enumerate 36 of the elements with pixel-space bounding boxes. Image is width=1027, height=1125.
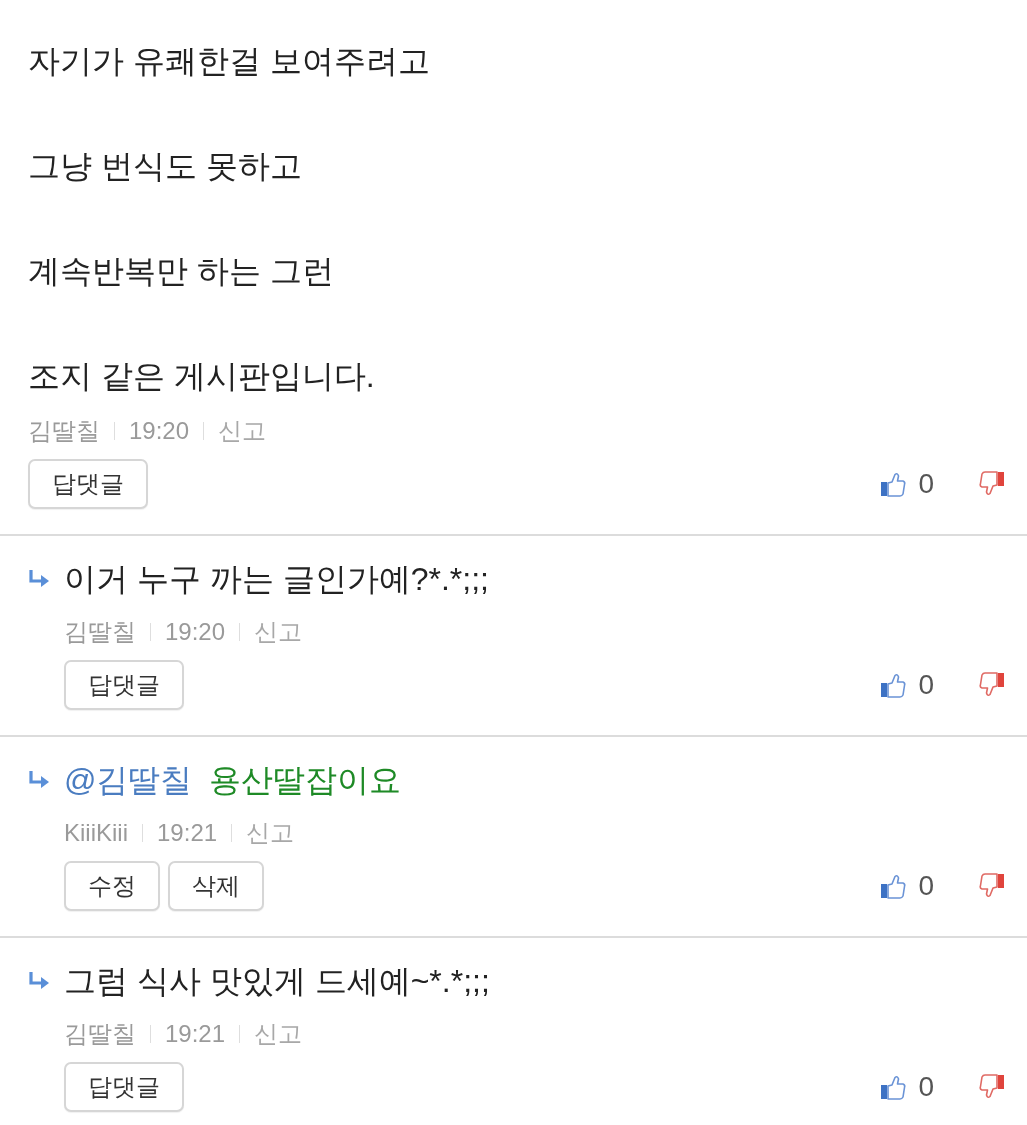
thumbs-up-icon[interactable] <box>880 471 907 497</box>
comment-text: 이거 누구 까는 글인가예?*.*;;; <box>64 560 489 599</box>
comment-text: 조지 같은 게시판입니다. <box>28 357 375 396</box>
comment-time: 19:21 <box>157 818 218 848</box>
author-name: KiiiKiii <box>64 818 128 848</box>
thumbs-up-icon[interactable] <box>880 1074 907 1100</box>
author-name: 김딸칠 <box>64 617 136 647</box>
comment-text: 계속반복만 하는 그런 <box>28 252 334 291</box>
comment-text: @김딸칠 용산딸잡이요 <box>64 761 402 800</box>
action-button[interactable]: 삭제 <box>168 861 264 911</box>
comment-time: 19:20 <box>165 617 226 647</box>
mention-link[interactable]: @김딸칠 <box>64 762 193 798</box>
comment-text: 자기가 유쾌한걸 보여주려고 <box>28 42 430 81</box>
comment-time: 19:20 <box>129 416 190 446</box>
thumbs-down-icon[interactable] <box>979 873 1005 899</box>
author-name: 김딸칠 <box>64 1019 136 1049</box>
author-name: 김딸칠 <box>28 416 100 446</box>
action-button[interactable]: 답댓글 <box>28 459 148 509</box>
thumbs-up-icon[interactable] <box>880 873 907 899</box>
reply-arrow-icon <box>28 771 50 789</box>
action-button[interactable]: 답댓글 <box>64 1062 184 1112</box>
like-count: 0 <box>918 871 934 901</box>
like-count: 0 <box>918 469 934 499</box>
thumbs-down-icon[interactable] <box>979 1074 1005 1100</box>
like-count: 0 <box>918 670 934 700</box>
thumbs-down-icon[interactable] <box>979 471 1005 497</box>
comment-time: 19:21 <box>165 1019 226 1049</box>
comment-text: 그럼 식사 맛있게 드세예~*.*;;; <box>64 962 490 1001</box>
thumbs-up-icon[interactable] <box>880 672 907 698</box>
action-button[interactable]: 수정 <box>64 861 160 911</box>
like-count: 0 <box>918 1072 934 1102</box>
comment-text: 그냥 번식도 못하고 <box>28 147 302 186</box>
reply-arrow-icon <box>28 972 50 990</box>
thumbs-down-icon[interactable] <box>979 672 1005 698</box>
reply-arrow-icon <box>28 570 50 588</box>
action-button[interactable]: 답댓글 <box>64 660 184 710</box>
